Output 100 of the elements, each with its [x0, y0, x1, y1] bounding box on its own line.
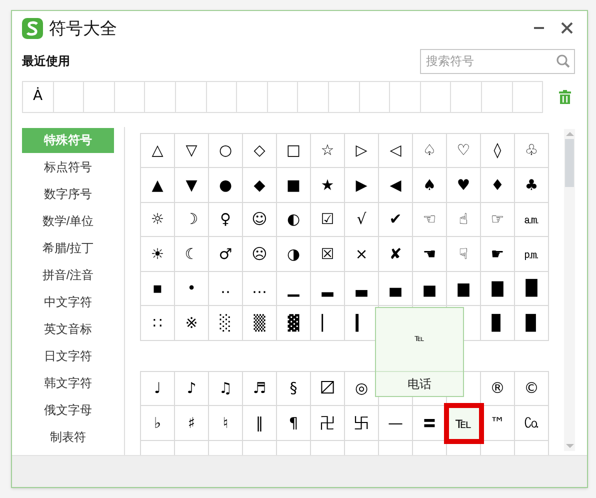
recent-symbol-cell[interactable]: [420, 82, 452, 113]
symbol-cell[interactable]: 〼: [311, 372, 345, 406]
symbol-cell[interactable]: ◊: [481, 134, 515, 168]
symbol-cell[interactable]: ☼: [141, 202, 175, 238]
symbol-cell[interactable]: ◀: [379, 168, 413, 203]
symbol-cell[interactable]: ♫: [209, 372, 243, 406]
symbol-cell[interactable]: ☒: [311, 237, 345, 272]
symbol-cell[interactable]: ✔: [379, 202, 413, 238]
recent-symbol-cell[interactable]: [206, 82, 238, 113]
symbol-cell[interactable]: ▁: [277, 272, 311, 306]
symbol-cell[interactable]: ▶: [345, 168, 379, 203]
symbol-cell[interactable]: ▅: [413, 272, 447, 306]
symbol-cell[interactable]: ☺: [243, 202, 277, 238]
category-item[interactable]: 制表符: [22, 424, 114, 450]
symbol-cell[interactable]: ▂: [311, 272, 345, 306]
recent-symbol-cell[interactable]: [114, 82, 146, 113]
symbol-cell[interactable]: █: [515, 272, 549, 306]
symbol-cell[interactable]: ‥: [209, 272, 243, 306]
symbol-cell[interactable]: ░: [209, 306, 243, 341]
symbol-cell[interactable]: ✘: [379, 237, 413, 272]
symbol-cell[interactable]: ♬: [243, 372, 277, 406]
symbol-cell[interactable]: ☑: [311, 202, 345, 238]
recent-symbol-cell[interactable]: [328, 82, 360, 113]
symbol-cell[interactable]: ▲: [141, 168, 175, 203]
symbol-cell[interactable]: 〓: [413, 406, 447, 441]
symbol-cell[interactable]: ‖: [243, 406, 277, 441]
search-field[interactable]: 搜索符号: [420, 48, 575, 74]
recent-symbol-cell[interactable]: [84, 82, 115, 113]
recent-symbol-cell[interactable]: [298, 82, 329, 113]
symbol-cell[interactable]: ☆: [311, 134, 345, 168]
symbol-cell[interactable]: ×: [345, 237, 379, 272]
symbol-cell[interactable]: •: [175, 272, 209, 306]
recent-symbol-cell[interactable]: [482, 82, 512, 113]
category-item[interactable]: 中文字符: [22, 290, 114, 315]
symbol-cell[interactable]: ◆: [243, 168, 277, 203]
symbol-cell[interactable]: ♀: [209, 202, 243, 238]
symbol-cell[interactable]: ♭: [141, 406, 175, 441]
category-item[interactable]: 英文音标: [22, 316, 114, 342]
symbol-cell[interactable]: ☽: [175, 202, 209, 238]
recent-symbol-cell[interactable]: [360, 82, 390, 113]
symbol-cell[interactable]: ©: [515, 372, 549, 406]
recent-symbol-cell[interactable]: Ȧ: [23, 82, 54, 113]
symbol-cell[interactable]: ♂: [209, 237, 243, 272]
symbol-cell[interactable]: ♣: [515, 168, 549, 203]
symbol-cell[interactable]: ★: [311, 168, 345, 203]
symbol-cell[interactable]: ▇: [481, 272, 515, 306]
symbol-cell[interactable]: ♦: [481, 168, 515, 203]
symbol-cell[interactable]: ♮: [209, 406, 243, 441]
trash-icon[interactable]: [559, 90, 571, 104]
symbol-cell[interactable]: ▒: [243, 306, 277, 341]
category-item[interactable]: 标点符号: [22, 154, 114, 180]
symbol-cell[interactable]: ♪: [175, 372, 209, 406]
symbol-cell[interactable]: △: [141, 134, 175, 168]
symbol-cell[interactable]: √: [345, 202, 379, 238]
symbol-cell[interactable]: ♯: [175, 406, 209, 441]
symbol-cell[interactable]: ▊: [481, 306, 515, 341]
symbol-cell[interactable]: ▽: [175, 134, 209, 168]
recent-symbol-cell[interactable]: [390, 82, 421, 113]
category-item[interactable]: 拼音/注音: [22, 262, 114, 288]
symbol-cell[interactable]: ℡: [447, 406, 481, 441]
symbol-cell[interactable]: ☜: [413, 202, 447, 238]
symbol-cell[interactable]: □: [277, 134, 311, 168]
symbol-cell[interactable]: ◇: [243, 134, 277, 168]
symbol-cell[interactable]: ▷: [345, 134, 379, 168]
symbol-cell[interactable]: ∷: [141, 306, 175, 341]
symbol-cell[interactable]: ♧: [515, 134, 549, 168]
symbol-cell[interactable]: ㏘: [515, 237, 549, 272]
symbol-cell[interactable]: ◐: [277, 202, 311, 238]
symbol-cell[interactable]: ¶: [277, 406, 311, 441]
category-item[interactable]: 韩文字符: [22, 370, 114, 396]
symbol-cell[interactable]: §: [277, 372, 311, 406]
symbol-cell[interactable]: ☀: [141, 237, 175, 272]
category-item[interactable]: 俄文字母: [22, 398, 114, 423]
symbol-cell[interactable]: 卐: [345, 406, 379, 441]
symbol-cell[interactable]: ※: [175, 306, 209, 341]
category-item[interactable]: 希腊/拉丁: [22, 236, 114, 261]
recent-symbol-cell[interactable]: [512, 82, 544, 113]
symbol-cell[interactable]: ▆: [447, 272, 481, 306]
symbol-cell[interactable]: ▪: [141, 272, 175, 306]
symbol-cell[interactable]: ●: [209, 168, 243, 203]
recent-symbol-cell[interactable]: [268, 82, 298, 113]
symbol-cell[interactable]: ◑: [277, 237, 311, 272]
recent-symbol-cell[interactable]: [451, 82, 482, 113]
symbol-cell[interactable]: ㏇: [515, 406, 549, 441]
symbol-cell[interactable]: ☛: [481, 237, 515, 272]
symbol-cell[interactable]: ▓: [277, 306, 311, 341]
symbol-cell[interactable]: ○: [209, 134, 243, 168]
symbol-cell[interactable]: ♠: [413, 168, 447, 203]
symbol-cell[interactable]: ▃: [345, 272, 379, 306]
symbol-cell[interactable]: ■: [277, 168, 311, 203]
symbol-cell[interactable]: ▏: [311, 306, 345, 341]
category-item[interactable]: 数学/单位: [22, 208, 114, 234]
symbol-cell[interactable]: 卍: [311, 406, 345, 441]
symbol-cell[interactable]: ☟: [447, 237, 481, 272]
recent-symbol-cell[interactable]: [145, 82, 176, 113]
scrollbar[interactable]: [564, 128, 575, 451]
recent-symbol-cell[interactable]: [54, 82, 84, 113]
symbol-cell[interactable]: ☚: [413, 237, 447, 272]
symbol-cell[interactable]: ☝: [447, 202, 481, 238]
symbol-cell[interactable]: ▉: [515, 306, 549, 341]
